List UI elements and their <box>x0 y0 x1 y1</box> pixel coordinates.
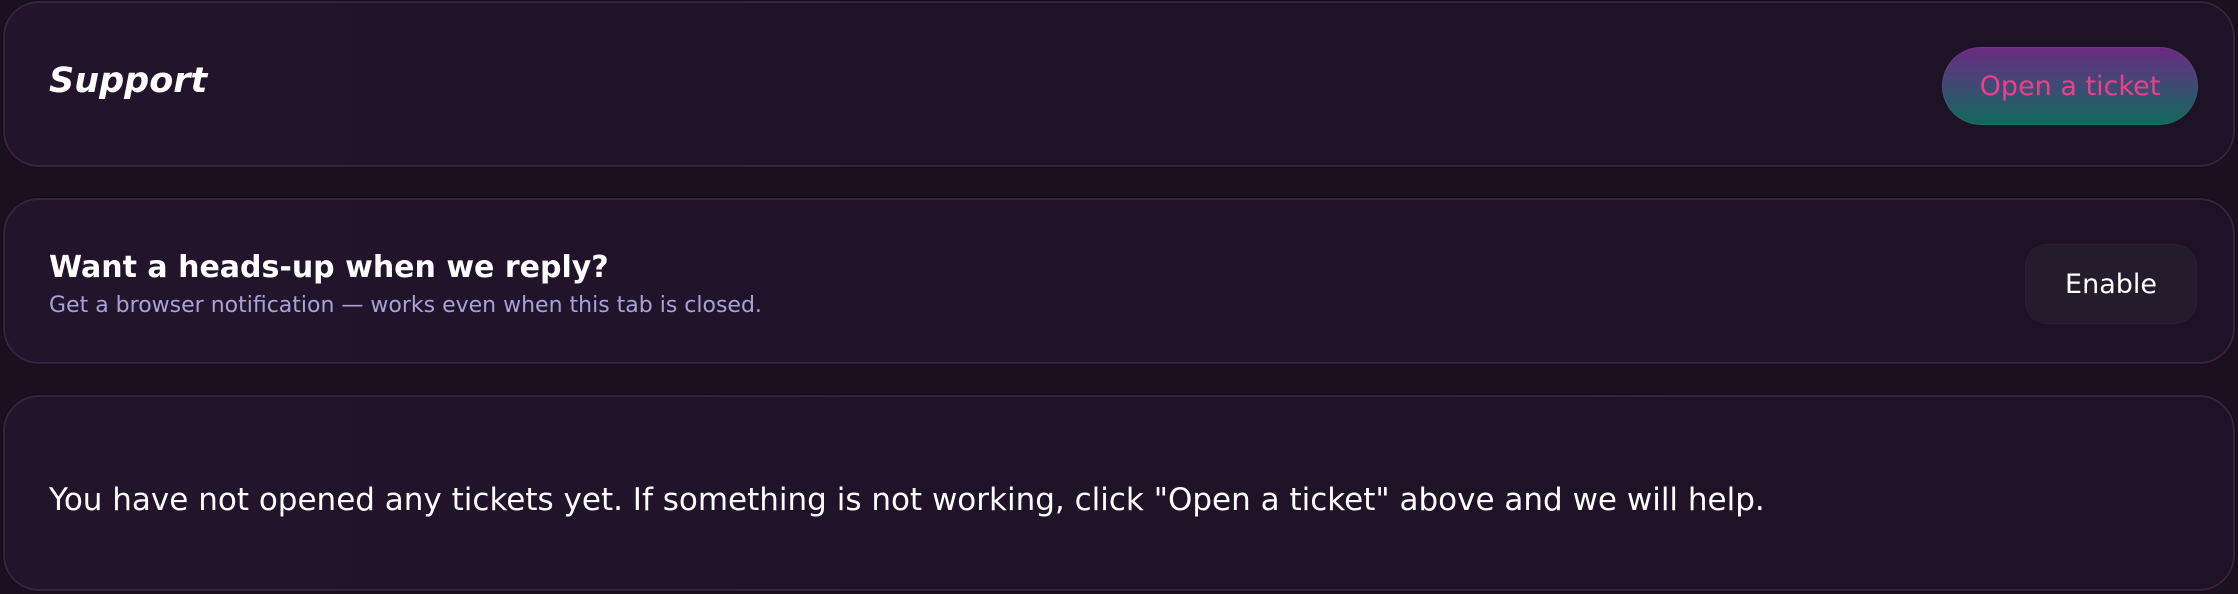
page-title: Support <box>49 61 208 101</box>
notification-title: Want a heads-up when we reply? <box>49 250 609 285</box>
enable-notifications-button[interactable]: Enable <box>2025 244 2197 324</box>
tickets-card: You have not opened any tickets yet. If … <box>3 395 2235 591</box>
notification-subtitle: Get a browser notification — works even … <box>49 293 762 318</box>
open-ticket-button[interactable]: Open a ticket <box>1942 47 2198 125</box>
support-card: Support Open a ticket <box>3 1 2235 167</box>
empty-tickets-message: You have not opened any tickets yet. If … <box>49 482 1765 518</box>
notification-card: Want a heads-up when we reply? Get a bro… <box>3 198 2235 364</box>
